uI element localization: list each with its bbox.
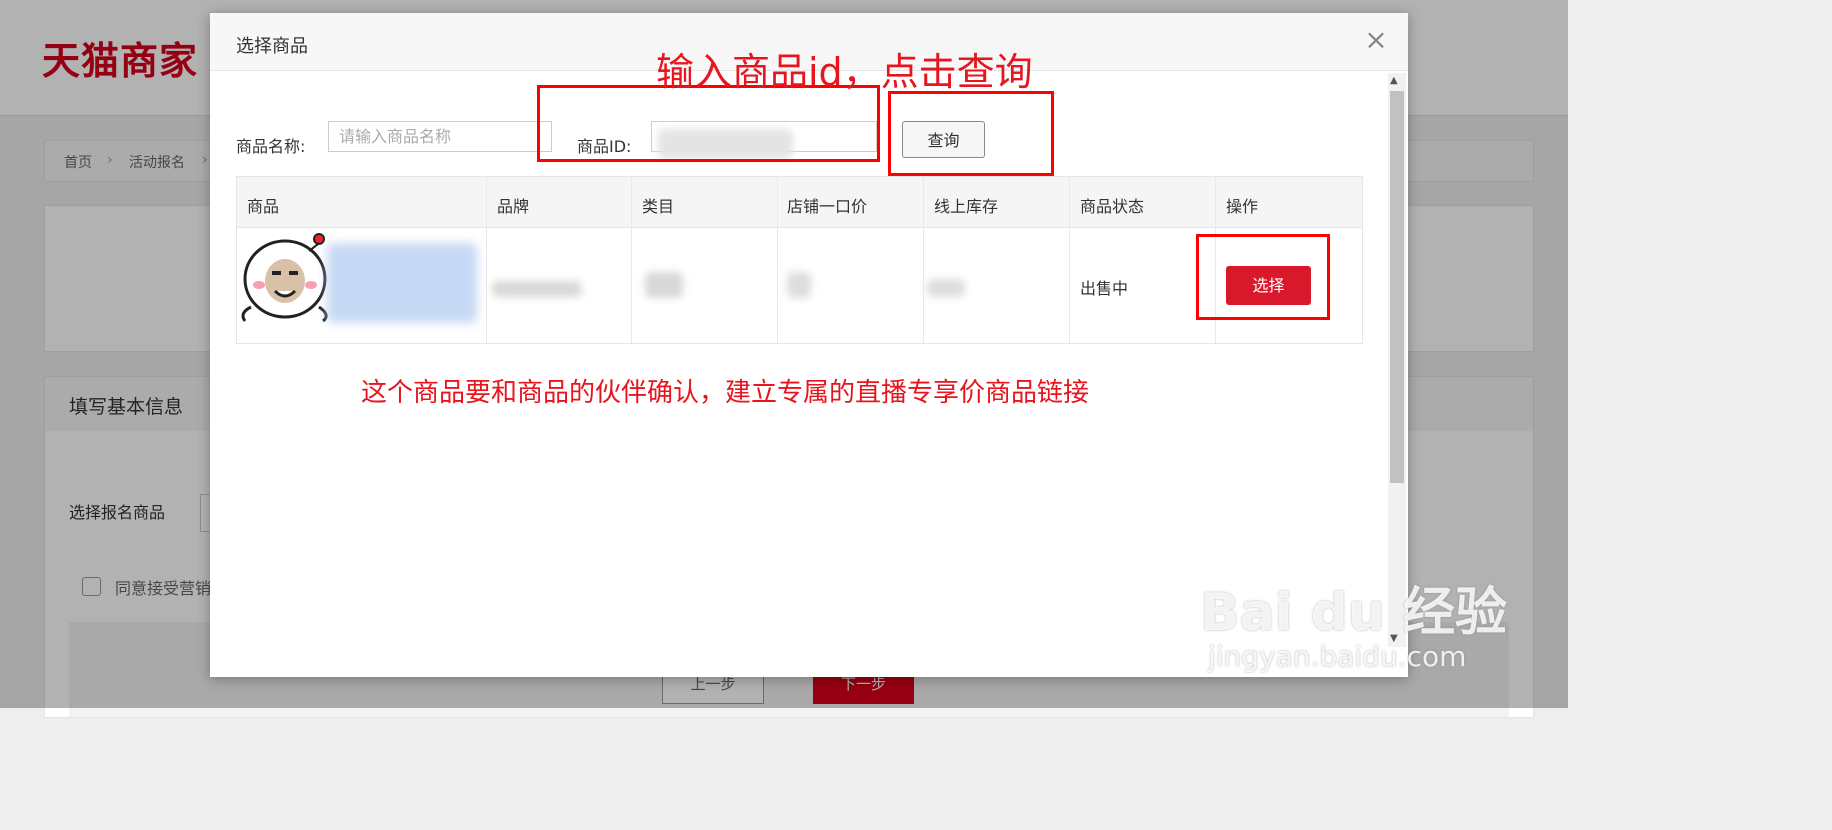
column-header-brand: 品牌 bbox=[497, 197, 530, 216]
table-header-row: 商品 品牌 类目 店铺一口价 线上库存 商品状态 操作 bbox=[237, 177, 1362, 228]
scroll-up-icon[interactable]: ▲ bbox=[1390, 75, 1398, 86]
annotation-text-top: 输入商品id，点击查询 bbox=[656, 50, 1033, 94]
column-header-status: 商品状态 bbox=[1080, 197, 1145, 216]
baidu-jingyan-watermark: Bai du 经验 bbox=[1200, 583, 1507, 643]
column-divider bbox=[1069, 177, 1070, 343]
column-header-category: 类目 bbox=[642, 197, 675, 216]
baidu-jingyan-url: jingyan.baidu.com bbox=[1208, 640, 1467, 673]
product-table: 商品 品牌 类目 店铺一口价 线上库存 商品状态 操作 出售中 选择 bbox=[236, 176, 1363, 344]
dialog-title: 选择商品 bbox=[236, 36, 308, 57]
column-divider bbox=[777, 177, 778, 343]
meme-face-thumbnail bbox=[241, 233, 328, 323]
product-name-label: 商品名称: bbox=[236, 137, 306, 156]
blurred-stock bbox=[927, 279, 965, 297]
blurred-product-name bbox=[327, 243, 477, 323]
annotation-box-query bbox=[888, 91, 1054, 176]
blurred-brand bbox=[492, 281, 582, 297]
scrollbar-thumb[interactable] bbox=[1390, 91, 1404, 483]
product-status: 出售中 bbox=[1080, 279, 1129, 298]
annotation-box-product-id bbox=[537, 85, 880, 162]
blurred-price bbox=[787, 272, 811, 298]
blurred-category bbox=[645, 272, 683, 298]
column-divider bbox=[486, 177, 487, 343]
column-divider bbox=[631, 177, 632, 343]
annotation-text-middle: 这个商品要和商品的伙伴确认，建立专属的直播专享价商品链接 bbox=[361, 378, 1090, 408]
column-divider bbox=[923, 177, 924, 343]
product-name-input[interactable] bbox=[328, 121, 552, 152]
column-header-product: 商品 bbox=[247, 197, 280, 216]
column-header-stock: 线上库存 bbox=[934, 197, 999, 216]
annotation-box-select bbox=[1196, 234, 1330, 320]
column-header-action: 操作 bbox=[1226, 197, 1259, 216]
column-header-price: 店铺一口价 bbox=[787, 197, 868, 216]
close-icon[interactable]: × bbox=[1363, 26, 1389, 54]
